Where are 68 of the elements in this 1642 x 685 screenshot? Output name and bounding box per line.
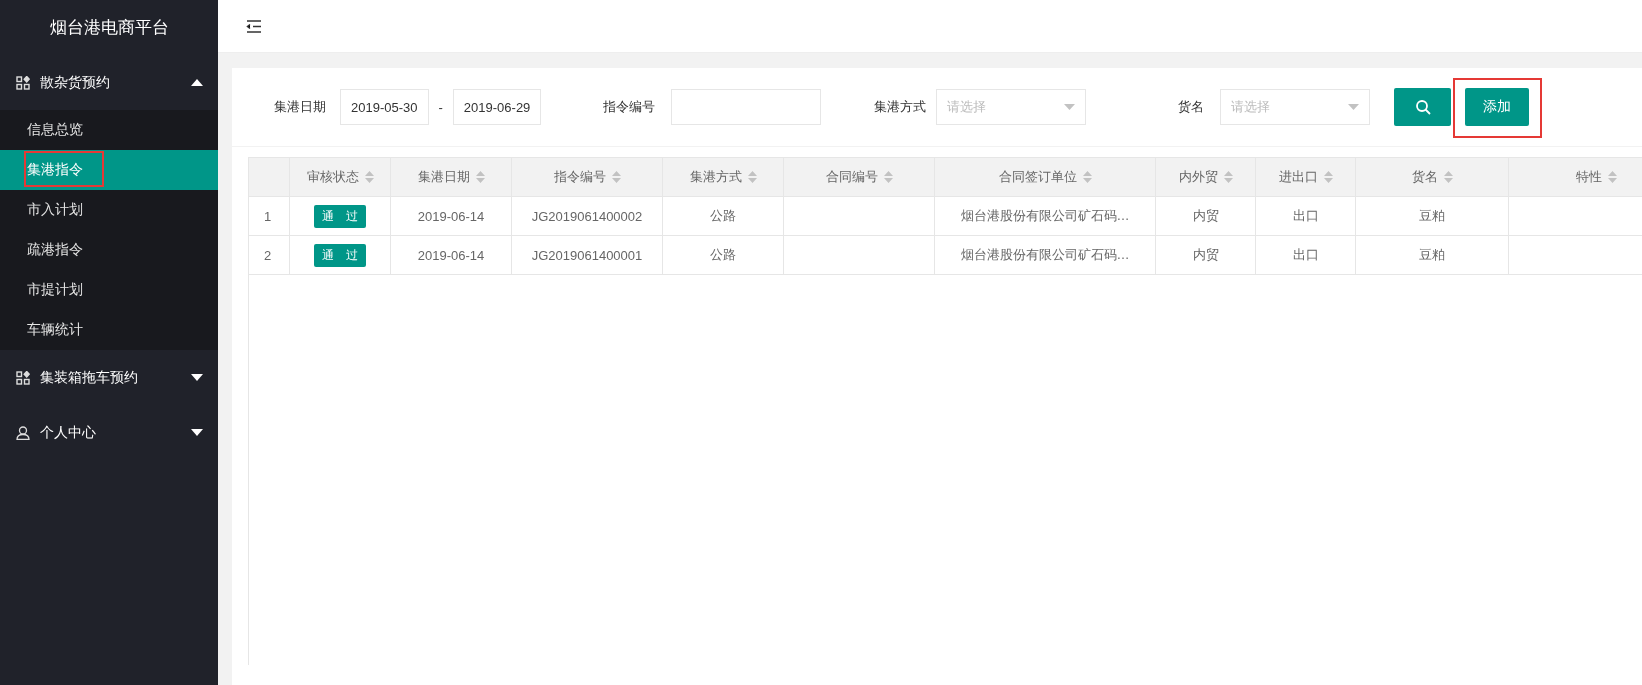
column-header: 内外贸 xyxy=(1178,168,1218,186)
column-header: 合同签订单位 xyxy=(998,168,1077,186)
search-button[interactable] xyxy=(1394,88,1452,126)
column-header: 特性 xyxy=(1575,168,1602,186)
apps-icon xyxy=(16,370,30,385)
status-badge: 通 过 xyxy=(314,204,366,228)
user-icon xyxy=(16,425,30,440)
status-badge: 通 过 xyxy=(314,243,366,267)
menu-item[interactable]: 车辆统计 xyxy=(0,310,218,350)
filter-label: 集港日期 xyxy=(274,98,326,116)
column-header: 审核状态 xyxy=(306,168,359,186)
sort-icon[interactable] xyxy=(611,171,621,183)
filter-label: 集港方式 xyxy=(874,98,927,116)
sort-icon[interactable] xyxy=(1607,171,1617,183)
platform-title: 烟台港电商平台 xyxy=(48,17,170,39)
menu-item[interactable]: 疏港指令 xyxy=(0,230,218,270)
sort-icon[interactable] xyxy=(883,171,893,183)
table-cell: 2019-06-14 xyxy=(391,236,512,274)
table-cell: 2019-06-14 xyxy=(391,197,512,235)
sort-icon[interactable] xyxy=(1323,171,1333,183)
apps-icon xyxy=(16,75,30,90)
dropdown-icon xyxy=(1064,104,1076,110)
table-cell: JG2019061400002 xyxy=(512,197,663,235)
table-cell: JG2019061400001 xyxy=(512,236,663,274)
table-cell: 出口 xyxy=(1256,236,1356,274)
date-to-field[interactable]: 2019-06-29 xyxy=(452,89,542,125)
menu-item[interactable]: 信息总览 xyxy=(0,110,218,150)
sort-icon[interactable] xyxy=(747,171,757,183)
dropdown-icon xyxy=(1348,104,1360,110)
menu-item[interactable]: 集港指令 xyxy=(0,150,218,190)
column-header: 货名 xyxy=(1411,168,1438,186)
order-number-field[interactable] xyxy=(671,89,822,125)
column-header: 合同编号 xyxy=(825,168,878,186)
menu-group-label: 个人中心 xyxy=(40,423,97,442)
table-cell: 烟台港股份有限公司矿石码… xyxy=(935,197,1156,235)
search-icon xyxy=(1414,99,1431,115)
table-cell: 内贸 xyxy=(1156,197,1256,235)
sort-icon[interactable] xyxy=(475,171,485,183)
date-separator: - xyxy=(438,99,443,115)
column-header: 集港方式 xyxy=(689,168,742,186)
row-index: 2 xyxy=(249,236,290,274)
column-header: 集港日期 xyxy=(417,168,470,186)
menu-group-label: 散杂货预约 xyxy=(40,73,111,92)
table-cell: 烟台港股份有限公司矿石码… xyxy=(935,236,1156,274)
sort-icon[interactable] xyxy=(1443,171,1453,183)
menu-group[interactable]: 散杂货预约 xyxy=(0,55,218,110)
table-cell: 公路 xyxy=(663,197,784,235)
add-button[interactable]: 添加 xyxy=(1465,88,1530,126)
table-cell: 出口 xyxy=(1256,197,1356,235)
date-from-field[interactable]: 2019-05-30 xyxy=(340,89,429,125)
menu-collapse-icon[interactable] xyxy=(246,19,262,33)
table-cell: 内贸 xyxy=(1156,236,1256,274)
column-header: 指令编号 xyxy=(553,168,606,186)
column-header: 进出口 xyxy=(1278,168,1318,186)
table-cell: 豆粕 xyxy=(1356,197,1509,235)
row-index: 1 xyxy=(249,197,290,235)
menu-group-label: 集装箱拖车预约 xyxy=(40,368,139,387)
table-cell: 豆粕 xyxy=(1356,236,1509,274)
menu-group[interactable]: 集装箱拖车预约 xyxy=(0,350,218,405)
filter-label: 指令编号 xyxy=(603,98,656,116)
menu-item[interactable]: 市入计划 xyxy=(0,190,218,230)
sort-icon[interactable] xyxy=(364,171,374,183)
menu-group[interactable]: 个人中心 xyxy=(0,405,218,460)
sort-icon[interactable] xyxy=(1223,171,1233,183)
sort-icon[interactable] xyxy=(1082,171,1092,183)
filter-label: 货名 xyxy=(1178,98,1205,116)
table-cell: 公路 xyxy=(663,236,784,274)
menu-item[interactable]: 市提计划 xyxy=(0,270,218,310)
